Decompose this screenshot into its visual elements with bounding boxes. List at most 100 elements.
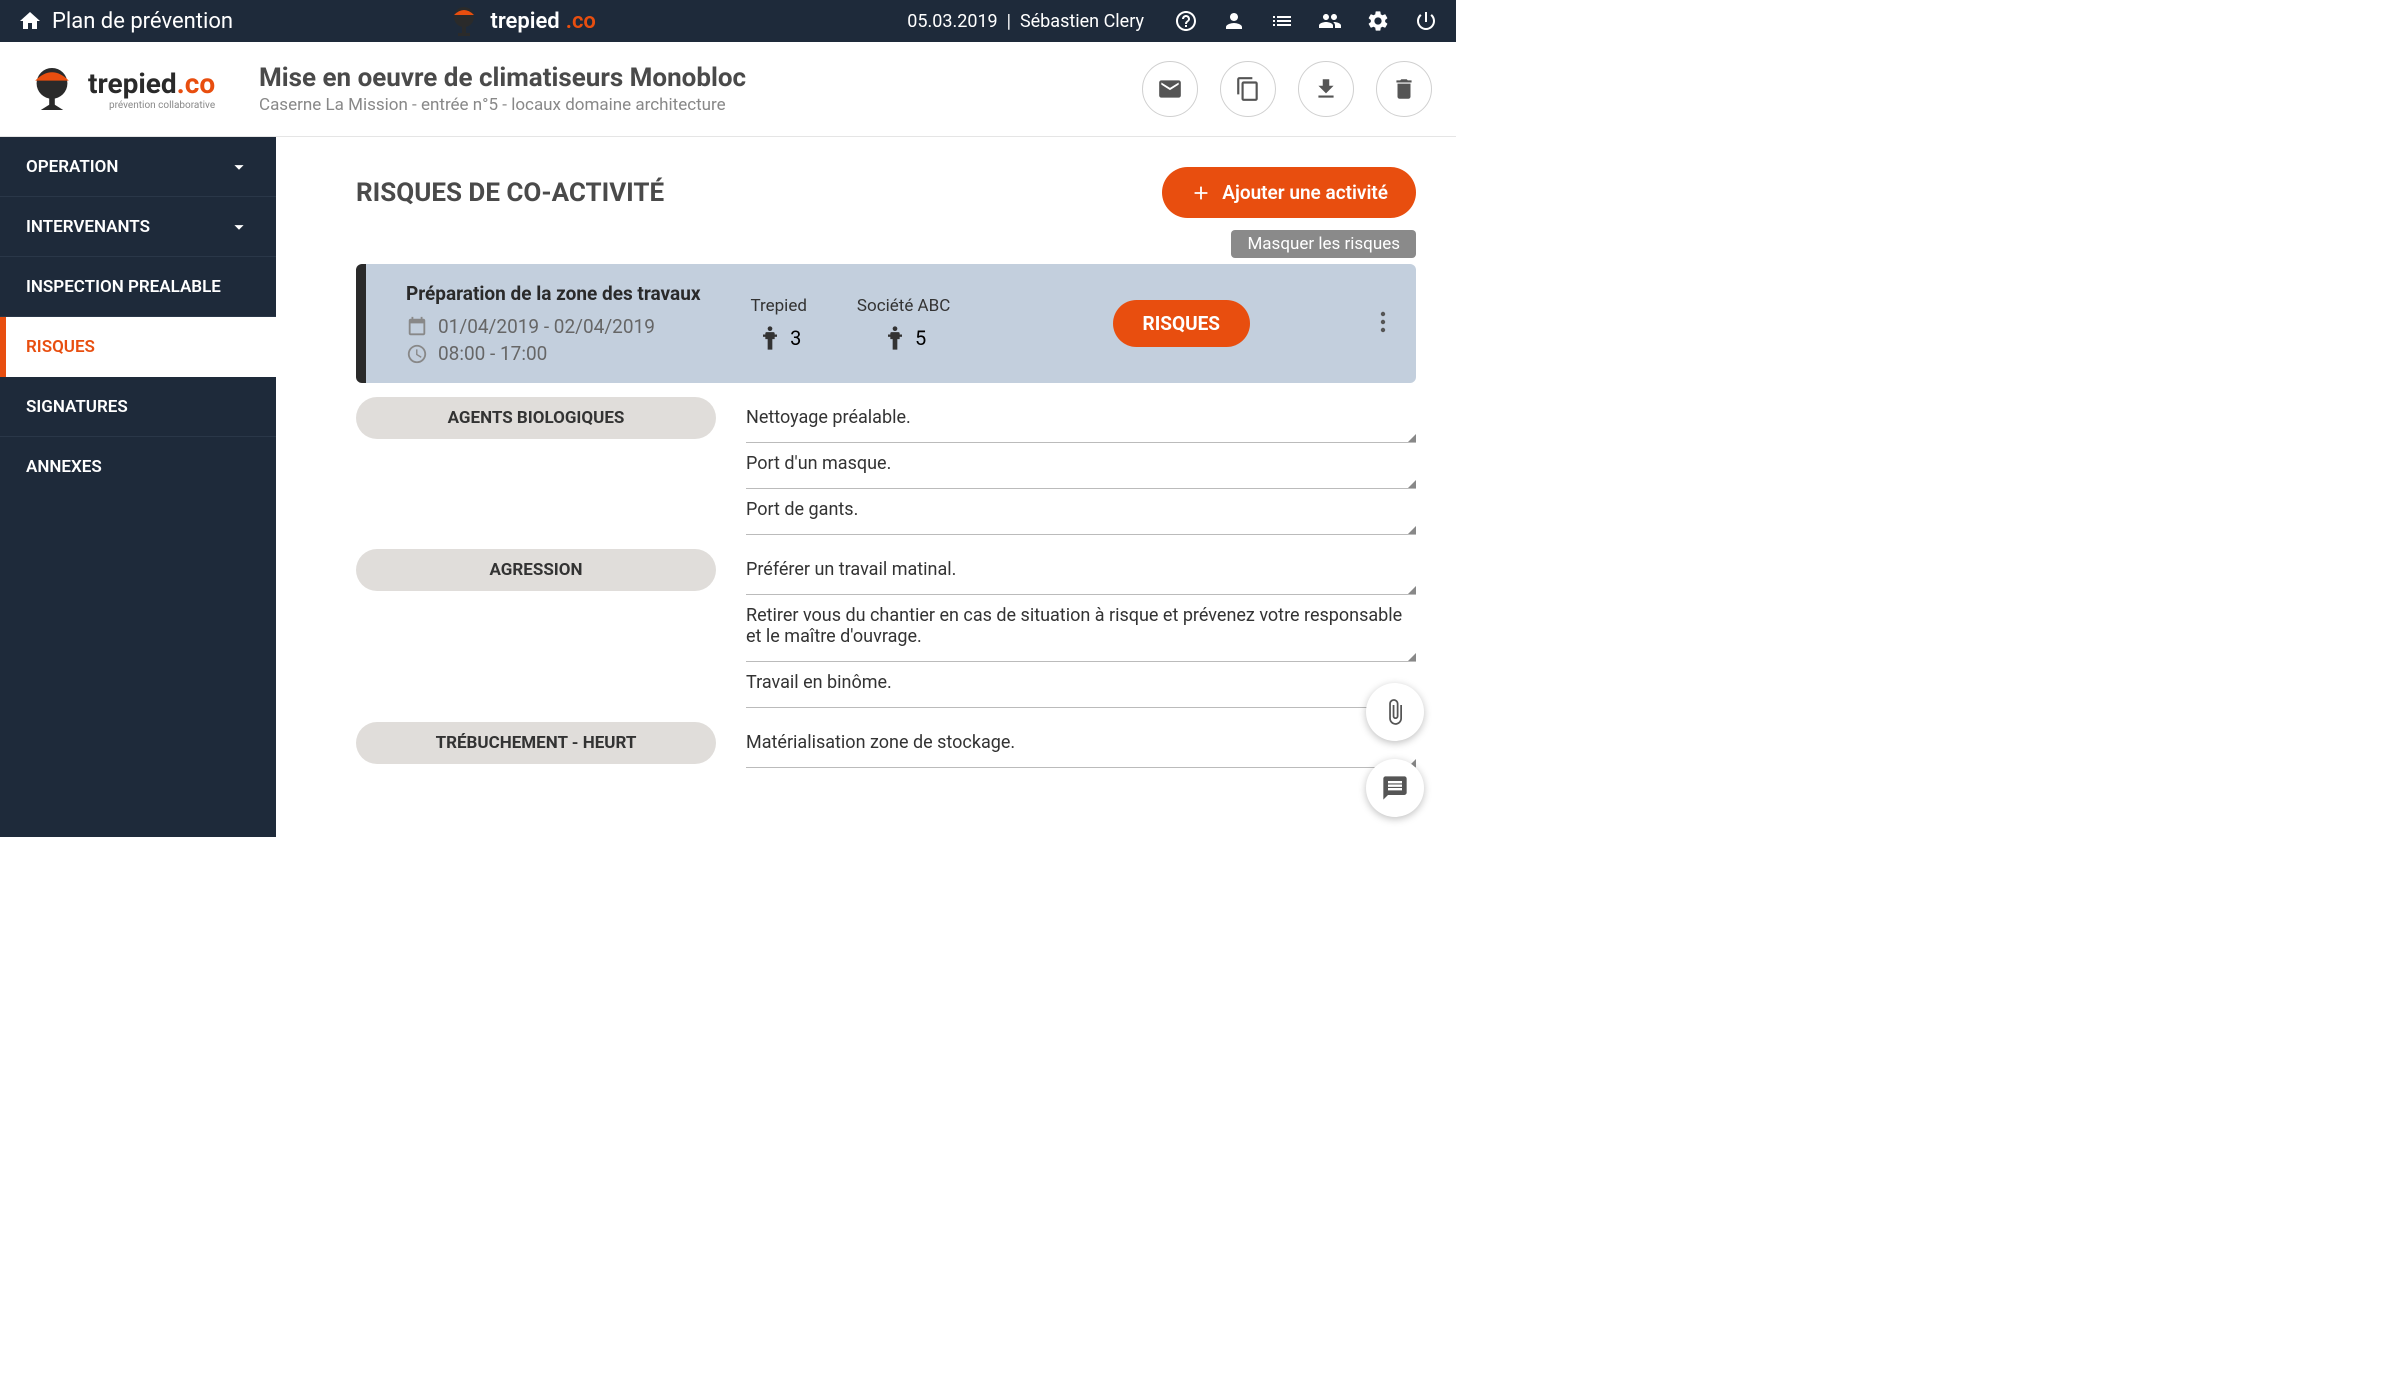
gear-icon[interactable] (1366, 9, 1390, 33)
participant-block: Société ABC 5 (857, 296, 950, 352)
sidebar-item-label: RISQUES (26, 337, 95, 357)
brand-suffix: .co (177, 67, 216, 100)
sidebar-item-operation[interactable]: OPERATION (0, 137, 276, 197)
risk-measures: Préférer un travail matinal. Retirer vou… (746, 549, 1416, 708)
download-button[interactable] (1298, 61, 1354, 117)
activity-hours: 08:00 - 17:00 (438, 342, 547, 365)
help-icon[interactable] (1174, 9, 1198, 33)
topbar-icons (1174, 9, 1438, 33)
account-icon[interactable] (1222, 9, 1246, 33)
subheader-title-block: Mise en oeuvre de climatiseurs Monobloc … (259, 63, 746, 115)
participant-name: Société ABC (857, 296, 950, 316)
subheader-logo: trepied.co prévention collaborative (24, 61, 259, 117)
measure-field[interactable]: Port d'un masque. (746, 443, 1416, 489)
sidebar-item-risques[interactable]: RISQUES (0, 317, 276, 377)
add-activity-label: Ajouter une activité (1222, 181, 1388, 204)
risk-label[interactable]: AGRESSION (356, 549, 716, 591)
person-icon (881, 324, 909, 352)
logo-mark-icon (444, 1, 484, 41)
chevron-down-icon (228, 216, 250, 238)
brand-suffix: .co (566, 9, 596, 34)
participant-count-row: 5 (857, 324, 950, 352)
list-icon[interactable] (1270, 9, 1294, 33)
topbar-date: 05.03.2019 (907, 11, 997, 32)
sidebar-item-annexes[interactable]: ANNEXES (0, 437, 276, 497)
risk-measures: Nettoyage préalable. Port d'un masque. P… (746, 397, 1416, 535)
risk-row: AGENTS BIOLOGIQUES Nettoyage préalable. … (356, 397, 1416, 535)
sidebar-item-inspection[interactable]: INSPECTION PREALABLE (0, 257, 276, 317)
more-vert-icon (1380, 310, 1386, 334)
brand-text: trepied (88, 67, 177, 100)
measure-field[interactable]: Nettoyage préalable. (746, 397, 1416, 443)
download-icon (1313, 76, 1339, 102)
activity-hours-row: 08:00 - 17:00 (406, 342, 701, 365)
activity-dates-row: 01/04/2019 - 02/04/2019 (406, 315, 701, 338)
measure-field[interactable]: Matérialisation zone de stockage. (746, 722, 1416, 768)
comment-icon (1381, 774, 1409, 802)
topbar: Plan de prévention trepied.co 05.03.2019… (0, 0, 1456, 42)
sidebar-item-label: SIGNATURES (26, 397, 128, 417)
sidebar-item-signatures[interactable]: SIGNATURES (0, 377, 276, 437)
chevron-down-icon (228, 156, 250, 178)
sidebar-item-intervenants[interactable]: INTERVENANTS (0, 197, 276, 257)
risk-measures: Matérialisation zone de stockage. (746, 722, 1416, 768)
sidebar-item-label: INTERVENANTS (26, 217, 150, 237)
main-header: RISQUES DE CO-ACTIVITÉ Ajouter une activ… (356, 167, 1416, 218)
participant-name: Trepied (751, 296, 807, 316)
risk-label[interactable]: AGENTS BIOLOGIQUES (356, 397, 716, 439)
add-activity-button[interactable]: Ajouter une activité (1162, 167, 1416, 218)
activity-info: Préparation de la zone des travaux 01/04… (406, 282, 701, 365)
sidebar-item-label: INSPECTION PREALABLE (26, 277, 221, 297)
risk-row: AGRESSION Préférer un travail matinal. R… (356, 549, 1416, 708)
subheader-actions (1142, 61, 1432, 117)
topbar-user: Sébastien Clery (1020, 11, 1144, 32)
measure-field[interactable]: Travail en binôme. (746, 662, 1416, 708)
sidebar: OPERATION INTERVENANTS INSPECTION PREALA… (0, 137, 276, 837)
more-menu[interactable] (1380, 310, 1386, 338)
risk-label-col: AGENTS BIOLOGIQUES (356, 397, 716, 535)
brand-text: trepied (490, 9, 559, 34)
calendar-icon (406, 316, 428, 338)
hide-risks-button[interactable]: Masquer les risques (1231, 230, 1416, 258)
document-title: Mise en oeuvre de climatiseurs Monobloc (259, 63, 746, 93)
power-icon[interactable] (1414, 9, 1438, 33)
mail-button[interactable] (1142, 61, 1198, 117)
logo-mark-icon (24, 61, 80, 117)
measure-field[interactable]: Retirer vous du chantier en cas de situa… (746, 595, 1416, 662)
mail-icon (1157, 76, 1183, 102)
brand-subtitle: prévention collaborative (88, 100, 215, 111)
activity-dates: 01/04/2019 - 02/04/2019 (438, 315, 655, 338)
participant-count-row: 3 (751, 324, 807, 352)
measure-field[interactable]: Préférer un travail matinal. (746, 549, 1416, 595)
risk-row: TRÉBUCHEMENT - HEURT Matérialisation zon… (356, 722, 1416, 768)
copy-icon (1235, 76, 1261, 102)
copy-button[interactable] (1220, 61, 1276, 117)
person-icon (756, 324, 784, 352)
risk-rows: AGENTS BIOLOGIQUES Nettoyage préalable. … (356, 397, 1416, 768)
risk-label-col: AGRESSION (356, 549, 716, 708)
home-icon (18, 9, 42, 33)
risks-button[interactable]: RISQUES (1113, 300, 1250, 347)
plus-icon (1190, 182, 1212, 204)
main-content: RISQUES DE CO-ACTIVITÉ Ajouter une activ… (276, 137, 1456, 837)
topbar-meta: 05.03.2019 | Sébastien Clery (907, 11, 1144, 32)
risk-label[interactable]: TRÉBUCHEMENT - HEURT (356, 722, 716, 764)
subheader: trepied.co prévention collaborative Mise… (0, 42, 1456, 137)
sidebar-item-label: ANNEXES (26, 457, 102, 477)
hide-risks-row: Masquer les risques (356, 230, 1416, 258)
comment-fab[interactable] (1366, 759, 1424, 817)
sidebar-item-label: OPERATION (26, 157, 118, 177)
topbar-logo: trepied .co (133, 1, 907, 41)
participant-block: Trepied 3 (751, 296, 807, 352)
clock-icon (406, 343, 428, 365)
people-icon[interactable] (1318, 9, 1342, 33)
participant-count: 5 (915, 326, 926, 350)
participant-count: 3 (790, 326, 801, 350)
delete-button[interactable] (1376, 61, 1432, 117)
document-subtitle: Caserne La Mission - entrée n°5 - locaux… (259, 95, 746, 115)
attach-fab[interactable] (1366, 683, 1424, 741)
trash-icon (1391, 76, 1417, 102)
measure-field[interactable]: Port de gants. (746, 489, 1416, 535)
paperclip-icon (1381, 698, 1409, 726)
activity-title: Préparation de la zone des travaux (406, 282, 701, 305)
